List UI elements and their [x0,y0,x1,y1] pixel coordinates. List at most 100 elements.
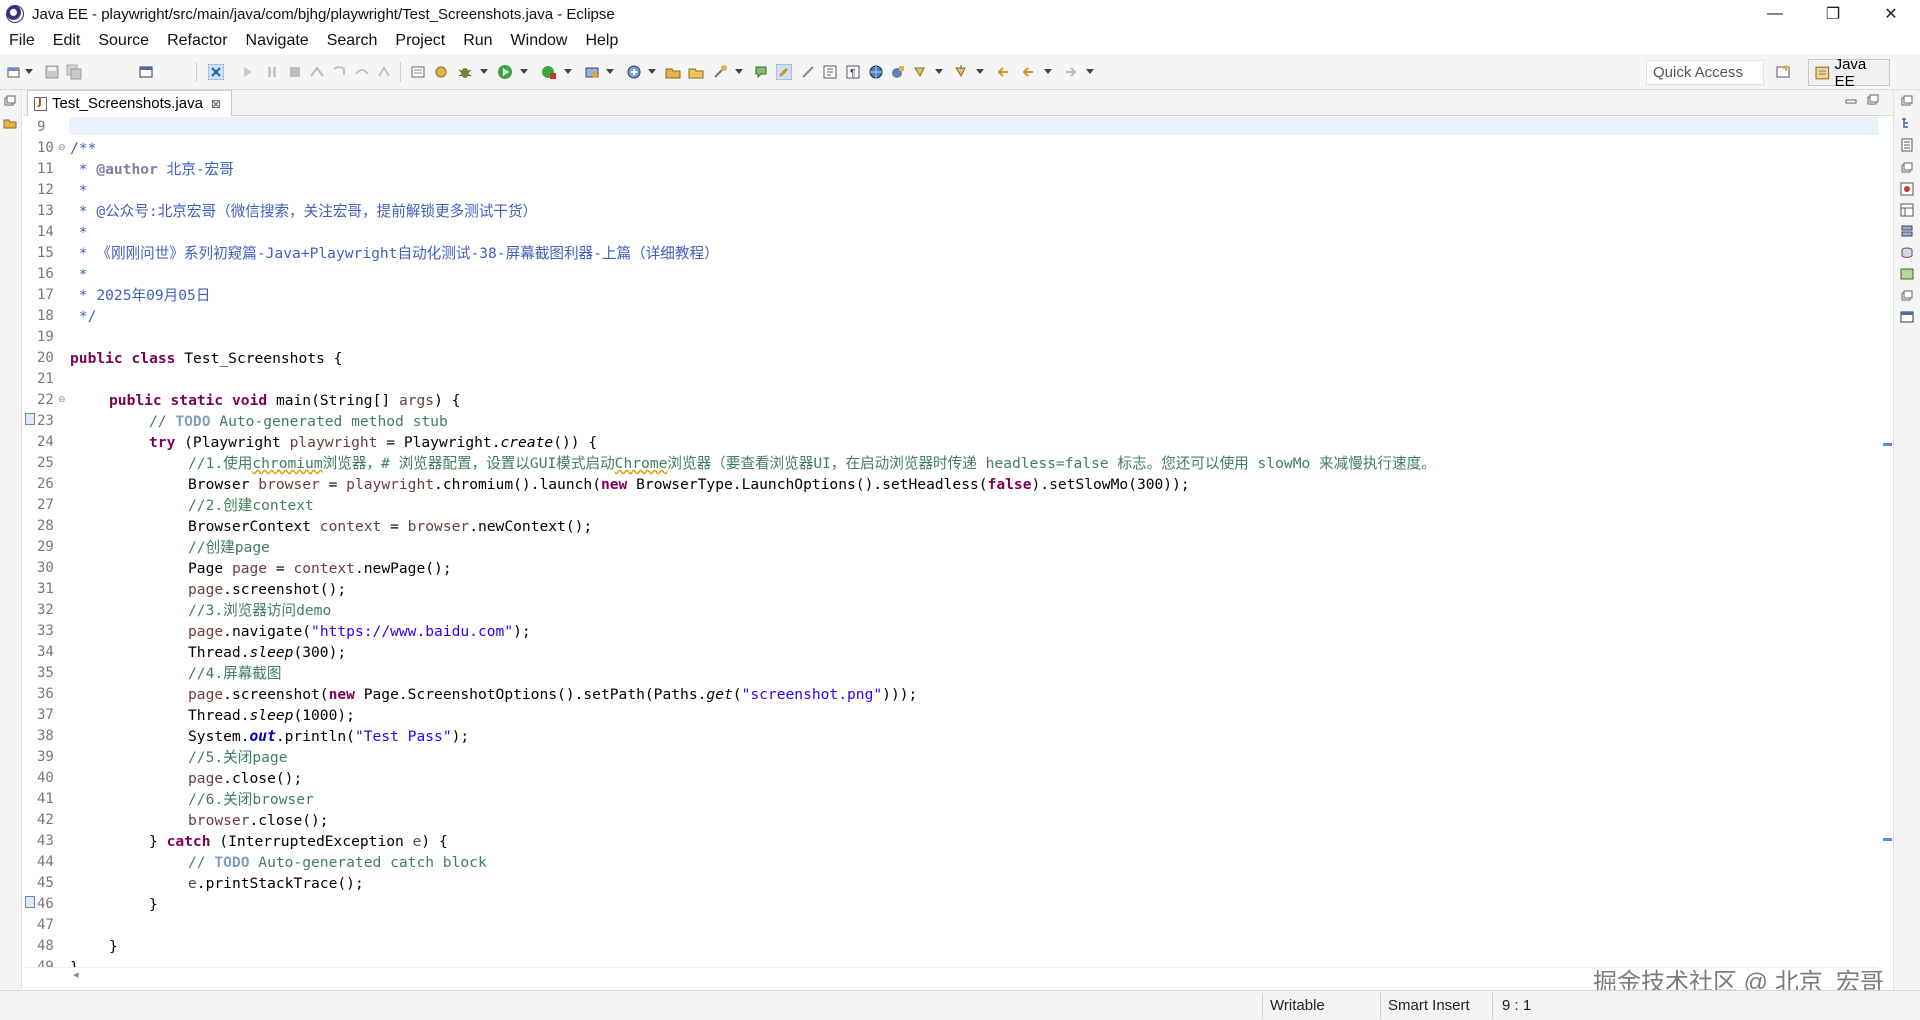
generate-icon[interactable] [433,64,449,80]
keyword: false [987,476,1032,493]
next-annotation-dropdown-icon[interactable] [976,69,984,74]
minimize-editor-icon[interactable] [1845,96,1857,106]
next-annotation-icon[interactable] [953,64,969,80]
search-tool-dropdown-icon[interactable] [735,69,743,74]
fold-collapse-icon[interactable]: ⊖ [58,143,66,153]
open-perspective-icon[interactable] [1776,64,1792,80]
suspend-icon[interactable] [264,64,280,80]
tab-test-screenshots[interactable]: Test_Screenshots.java ⊠ [27,90,232,116]
markers-icon[interactable] [1900,182,1914,196]
back-icon[interactable] [1020,64,1036,80]
menu-source[interactable]: Source [89,32,158,50]
menu-window[interactable]: Window [502,32,577,50]
jsp-tools-icon[interactable] [890,64,906,80]
new-java-project-icon[interactable] [626,64,642,80]
fold-collapse-icon[interactable]: ⊖ [58,395,66,405]
forward-dropdown-icon[interactable] [1086,69,1094,74]
restore-view-2-icon[interactable] [1901,162,1913,174]
maximize-editor-icon[interactable] [1867,94,1879,106]
forward-icon[interactable] [1063,64,1079,80]
scroll-left-icon[interactable]: ◂ [73,968,79,981]
resume-icon[interactable] [240,64,256,80]
toggle-mark-occurrences-icon[interactable] [776,64,792,80]
minimize-button[interactable]: — [1746,0,1804,28]
step-into-icon[interactable] [331,64,347,80]
external-tools-dropdown-icon[interactable] [564,69,572,74]
last-edit-location-icon[interactable] [995,64,1011,80]
new-dropdown-icon[interactable] [25,69,33,74]
task-marker-icon[interactable] [25,896,35,908]
data-source-explorer-icon[interactable] [1900,246,1914,260]
toggle-annotation-icon[interactable] [753,64,769,80]
open-folder-icon[interactable] [688,64,704,80]
prev-annotation-dropdown-icon[interactable] [935,69,943,74]
run-server-icon[interactable] [584,64,600,80]
servers-icon[interactable] [1900,224,1914,238]
new-java-dropdown-icon[interactable] [648,69,656,74]
tab-close-icon[interactable]: ⊠ [211,97,221,111]
terminate-icon[interactable] [287,64,303,80]
save-icon[interactable] [44,64,60,80]
console-view-icon[interactable] [1900,310,1914,324]
debug-dropdown-icon[interactable] [480,69,488,74]
code-token: ()) { [553,434,598,451]
code-token: = [267,560,294,577]
disconnect-icon[interactable] [309,64,325,80]
menu-run[interactable]: Run [454,32,501,50]
menu-project[interactable]: Project [386,32,454,50]
snippets-icon[interactable] [1900,267,1914,281]
debug-icon[interactable] [457,64,473,80]
run-dropdown-icon[interactable] [520,69,528,74]
restore-view-3-icon[interactable] [1901,290,1913,302]
task-marker-icon[interactable] [25,413,35,425]
search-tool-icon[interactable] [712,64,728,80]
restore-button[interactable]: ❐ [1804,0,1862,28]
run-server-dropdown-icon[interactable] [606,69,614,74]
package-explorer-icon[interactable] [3,116,17,130]
run-icon[interactable] [497,64,513,80]
menu-navigate[interactable]: Navigate [237,32,318,50]
skip-breakpoints-icon[interactable] [208,64,224,80]
line-number: 33 [37,623,54,639]
menu-file[interactable]: File [0,32,44,50]
line-number: 35 [37,665,54,681]
close-button[interactable]: ✕ [1862,0,1920,28]
line-number: 40 [37,770,54,786]
restore-right-view-icon[interactable] [1901,95,1913,107]
menu-help[interactable]: Help [576,32,627,50]
code-line: // TODO Auto-generated method stub [70,411,448,432]
outline-icon[interactable] [1900,116,1914,130]
restore-view-icon[interactable] [4,95,16,107]
save-all-icon[interactable] [66,64,82,80]
open-type-icon[interactable] [665,64,681,80]
keyword: new [600,476,628,493]
overview-ruler-mark[interactable] [1883,443,1892,446]
step-over-icon[interactable] [354,64,370,80]
code-line: page.close(); [70,768,302,789]
menu-edit[interactable]: Edit [44,32,90,50]
web-browser-icon[interactable] [868,64,884,80]
word-wrap-icon[interactable] [822,64,838,80]
task-list-icon[interactable] [1900,138,1914,152]
show-whitespace-icon[interactable]: ¶ [845,64,861,80]
method: create [500,434,554,451]
code-token: .screenshot( [223,686,329,703]
back-dropdown-icon[interactable] [1044,69,1052,74]
perspective-java-ee[interactable]: Java EE [1808,56,1890,90]
open-task-icon[interactable] [410,64,426,80]
new-wizard-icon[interactable] [6,64,22,80]
quick-access-input[interactable]: Quick Access [1646,60,1764,85]
external-tools-icon[interactable] [541,64,557,80]
menu-search[interactable]: Search [318,32,387,50]
properties-icon[interactable] [1900,203,1914,217]
code-line: BrowserContext context = browser.newCont… [70,516,592,537]
overview-ruler-mark[interactable] [1883,838,1892,841]
menu-refactor[interactable]: Refactor [158,32,236,50]
java-editor[interactable]: 9 10 11 12 13 14 15 16 17 18 19 20 21 22… [23,117,1878,967]
code-token: Page.ScreenshotOptions().setPath(Paths. [354,686,707,703]
step-return-icon[interactable] [376,64,392,80]
prev-annotation-icon[interactable] [912,64,928,80]
block-selection-icon[interactable] [800,64,816,80]
code-token: ); [451,728,470,745]
console-icon[interactable] [138,64,154,80]
